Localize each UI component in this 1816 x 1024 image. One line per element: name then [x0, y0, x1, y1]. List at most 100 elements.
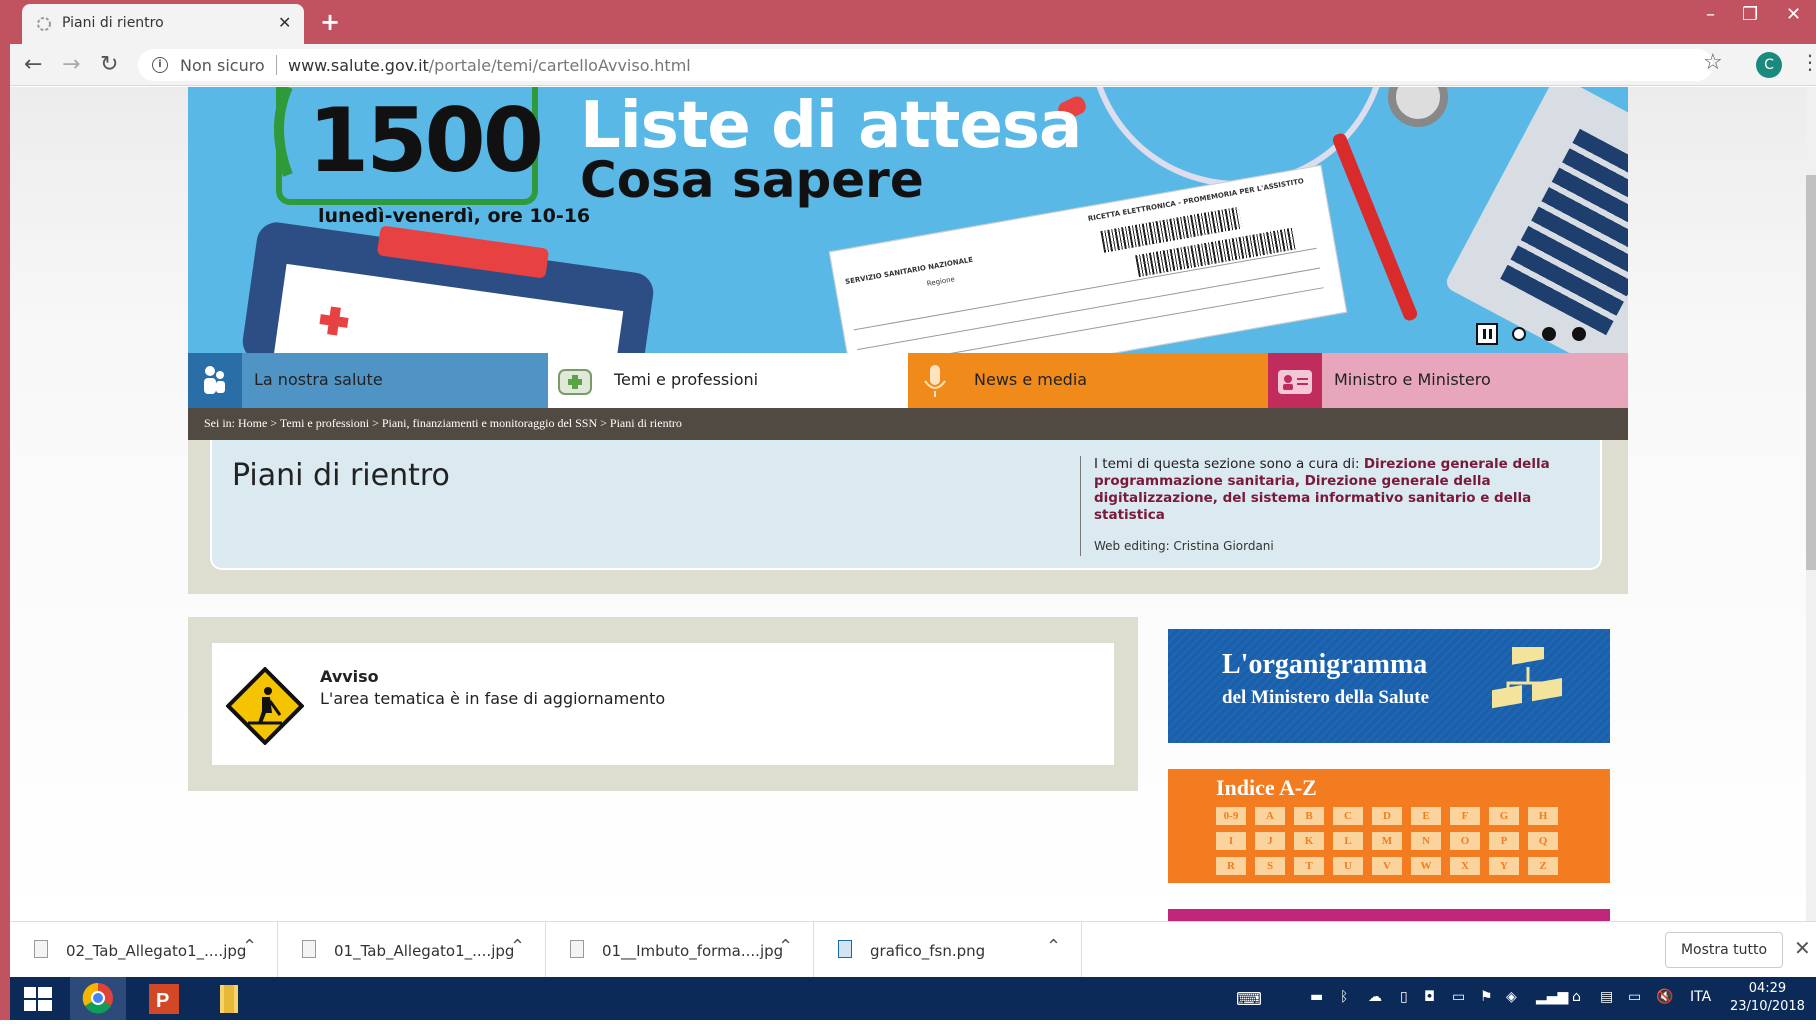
chevron-up-icon[interactable]: ⌃ — [510, 936, 525, 957]
cloud-icon[interactable]: ☁ — [1368, 989, 1382, 1005]
chevron-up-icon[interactable]: ⌃ — [242, 936, 257, 957]
nav-item-news-e-media[interactable]: News e media — [908, 353, 1268, 408]
reload-icon[interactable]: ↻ — [100, 52, 118, 77]
display-icon[interactable]: ▤ — [1600, 989, 1613, 1005]
carousel-dot-active[interactable] — [1512, 327, 1526, 341]
chevron-up-icon[interactable]: ⌃ — [1046, 936, 1061, 957]
info-icon[interactable]: i — [152, 57, 168, 73]
browser-menu-icon[interactable]: ⋮ — [1800, 50, 1816, 74]
battery-icon[interactable]: ▭ — [1628, 989, 1641, 1005]
windows-taskbar: P ⌨ ▬ ᛒ ☁ ▯ ◘ ▭ ⚑ ◈ ▂▄▆ ⌂ ▤ ▭ 🔇 ITA 04:2… — [10, 977, 1816, 1020]
organigramma-banner[interactable]: L'organigramma del Ministero della Salut… — [1168, 629, 1610, 743]
index-key[interactable]: E — [1411, 807, 1441, 825]
flag-icon[interactable]: ⚑ — [1480, 989, 1493, 1005]
new-tab-button[interactable]: + — [320, 8, 340, 36]
download-item[interactable]: grafico_fsn.png ⌃ — [814, 922, 1082, 978]
browser-tab[interactable]: Piani di rientro ✕ — [22, 4, 304, 44]
scrollbar-thumb[interactable] — [1806, 175, 1816, 570]
index-key[interactable]: Z — [1528, 857, 1558, 875]
nav-label: Ministro e Ministero — [1334, 370, 1491, 389]
show-all-downloads-button[interactable]: Mostra tutto — [1665, 932, 1783, 968]
address-bar[interactable]: i Non sicuro www.salute.gov.it/portale/t… — [138, 49, 1713, 81]
page-title: Piani di rientro — [232, 458, 450, 493]
index-key[interactable]: X — [1450, 857, 1480, 875]
bookmark-star-icon[interactable]: ☆ — [1703, 50, 1723, 75]
phone-icon[interactable]: ▯ — [1400, 989, 1408, 1005]
index-key[interactable]: L — [1333, 832, 1363, 850]
tab-title: Piani di rientro — [62, 15, 164, 31]
index-key[interactable]: W — [1411, 857, 1441, 875]
index-key[interactable]: S — [1255, 857, 1285, 875]
index-key[interactable]: F — [1450, 807, 1480, 825]
security-label[interactable]: Non sicuro — [180, 56, 265, 75]
index-key[interactable]: G — [1489, 807, 1519, 825]
lock-icon[interactable]: ⌂ — [1572, 989, 1581, 1005]
next-banner-partial[interactable] — [1168, 909, 1610, 921]
security-icon[interactable]: ◈ — [1506, 989, 1517, 1005]
carousel-dot[interactable] — [1542, 327, 1556, 341]
powerpoint-icon[interactable]: P — [136, 977, 192, 1020]
form-line — [860, 287, 1324, 353]
index-key[interactable]: 0-9 — [1216, 807, 1246, 825]
url-text[interactable]: www.salute.gov.it/portale/temi/cartelloA… — [288, 56, 691, 75]
close-shelf-icon[interactable]: ✕ — [1794, 936, 1811, 960]
index-key[interactable]: K — [1294, 832, 1324, 850]
index-key[interactable]: Q — [1528, 832, 1558, 850]
index-key[interactable]: H — [1528, 807, 1558, 825]
tab-close-icon[interactable]: ✕ — [278, 13, 291, 32]
chrome-icon[interactable] — [70, 977, 126, 1020]
windows-start-icon[interactable] — [10, 977, 66, 1020]
header-divider — [1080, 456, 1081, 556]
index-key[interactable]: D — [1372, 807, 1402, 825]
breadcrumb-link-home[interactable]: Home — [238, 416, 267, 430]
pause-icon[interactable] — [1476, 323, 1498, 345]
language-indicator[interactable]: ITA — [1690, 989, 1711, 1005]
restore-button[interactable]: ❐ — [1742, 4, 1758, 25]
breadcrumb-link-temi[interactable]: Temi e professioni — [280, 416, 369, 430]
index-key[interactable]: R — [1216, 857, 1246, 875]
index-key[interactable]: U — [1333, 857, 1363, 875]
index-key[interactable]: J — [1255, 832, 1285, 850]
image-file-icon — [302, 940, 316, 958]
index-key[interactable]: O — [1450, 832, 1480, 850]
index-key[interactable]: P — [1489, 832, 1519, 850]
close-window-button[interactable]: ✕ — [1786, 4, 1801, 25]
volume-muted-icon[interactable]: 🔇 — [1656, 989, 1673, 1005]
clock-date: 23/10/2018 — [1730, 999, 1805, 1014]
index-key[interactable]: T — [1294, 857, 1324, 875]
nav-item-la-nostra-salute[interactable]: La nostra salute — [188, 353, 548, 408]
notice-title: Avviso — [320, 667, 379, 686]
file-explorer-icon[interactable] — [202, 977, 258, 1020]
organigramma-subtitle: del Ministero della Salute — [1222, 687, 1430, 708]
bluetooth-icon[interactable]: ᛒ — [1340, 989, 1348, 1005]
index-key[interactable]: I — [1216, 832, 1246, 850]
signal-icon[interactable]: ▂▄▆ — [1536, 989, 1568, 1005]
carousel-dot[interactable] — [1572, 327, 1586, 341]
keyboard-icon[interactable]: ⌨ — [1236, 989, 1262, 1010]
index-key[interactable]: B — [1294, 807, 1324, 825]
index-key[interactable]: Y — [1489, 857, 1519, 875]
download-item[interactable]: 01_Tab_Allegato1_....jpg ⌃ — [278, 922, 546, 978]
minimize-button[interactable]: – — [1706, 4, 1715, 25]
index-key[interactable]: C — [1333, 807, 1363, 825]
index-key[interactable]: N — [1411, 832, 1441, 850]
index-key[interactable]: V — [1372, 857, 1402, 875]
back-arrow-icon[interactable]: ← — [24, 52, 42, 77]
nav-item-ministro-e-ministero[interactable]: Ministro e Ministero — [1268, 353, 1628, 408]
chevron-up-icon[interactable]: ⌃ — [778, 936, 793, 957]
indice-az-banner[interactable]: Indice A-Z 0-9 A B C D E F G H I J K L M… — [1168, 769, 1610, 883]
nav-item-temi-e-professioni[interactable]: Temi e professioni — [548, 353, 908, 408]
roadwork-warning-icon — [226, 667, 304, 745]
network-drive-icon[interactable]: ▬ — [1310, 989, 1323, 1005]
monitor-icon[interactable]: ▭ — [1452, 989, 1465, 1005]
hero-banner[interactable]: RICETTA ELETTRONICA - PROMEMORIA PER L'A… — [188, 87, 1628, 353]
teamviewer-icon[interactable]: ◘ — [1424, 989, 1435, 1005]
index-key[interactable]: A — [1255, 807, 1285, 825]
download-item[interactable]: 01__Imbuto_forma....jpg ⌃ — [546, 922, 814, 978]
index-key[interactable]: M — [1372, 832, 1402, 850]
system-clock[interactable]: 04:29 23/10/2018 — [1730, 980, 1805, 1016]
download-item[interactable]: 02_Tab_Allegato1_....jpg ⌃ — [10, 922, 278, 978]
breadcrumb-link-piani[interactable]: Piani, finanziamenti e monitoraggio del … — [382, 416, 597, 430]
profile-avatar[interactable]: C — [1756, 52, 1782, 78]
forward-arrow-icon[interactable]: → — [62, 52, 80, 77]
